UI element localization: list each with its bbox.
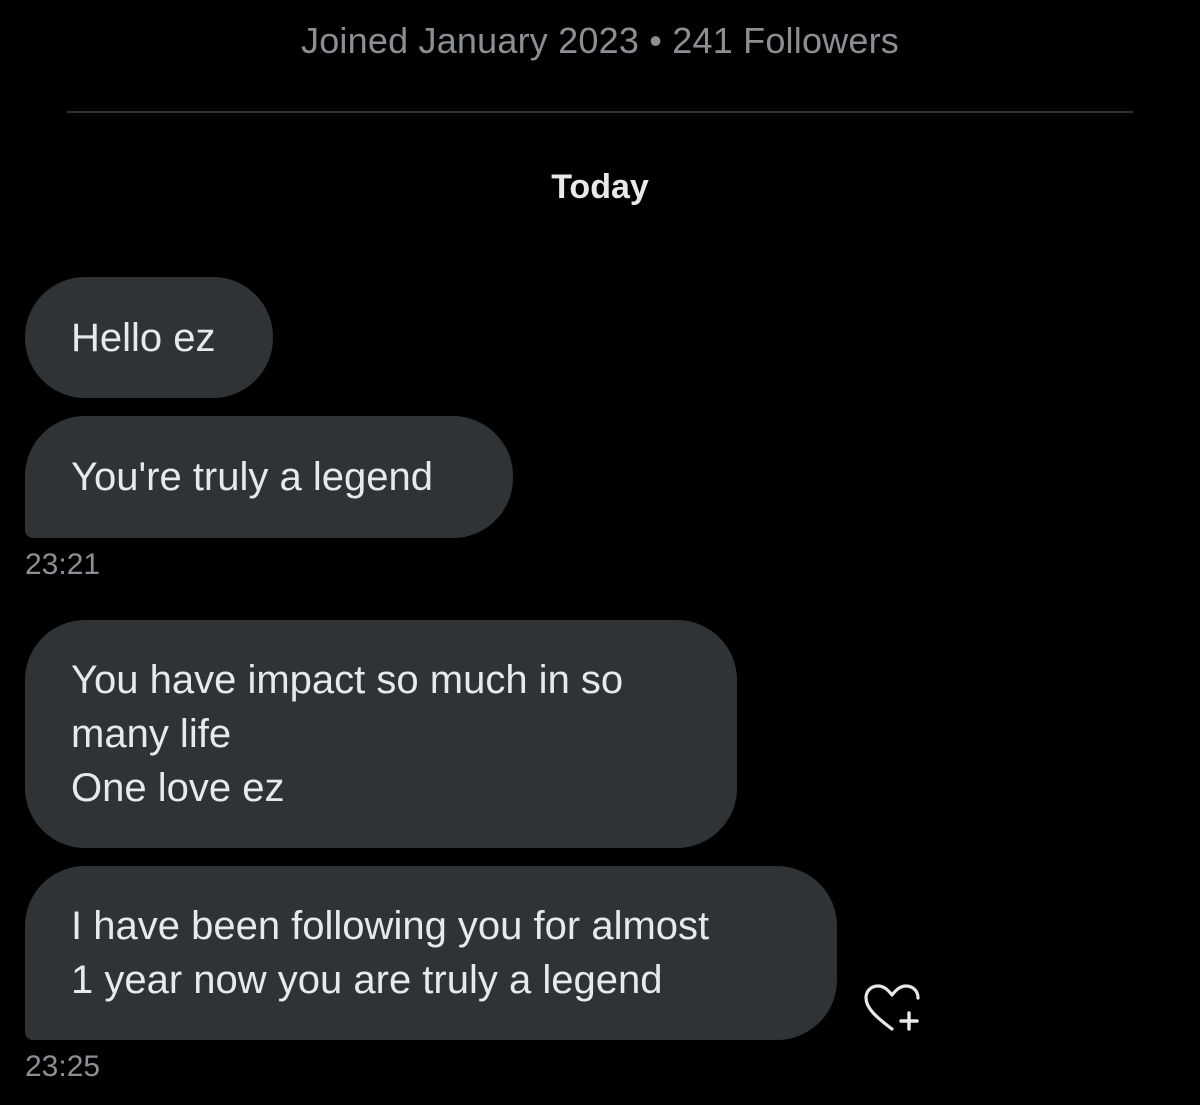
day-separator: Today bbox=[551, 168, 649, 206]
message-text: 1 year now you are truly a legend bbox=[71, 958, 663, 1002]
message-bubble[interactable]: You're truly a legend bbox=[25, 416, 513, 538]
message-text: many life bbox=[71, 712, 232, 756]
message-bubble[interactable]: Hello ez bbox=[25, 277, 273, 398]
heart-plus-icon bbox=[864, 984, 920, 1031]
message-bubble[interactable]: You have impact so much in so many life … bbox=[25, 620, 737, 848]
profile-join-followers: Joined January 2023 • 241 Followers bbox=[301, 20, 899, 61]
message-text: I have been following you for almost bbox=[71, 904, 710, 948]
message-bubble[interactable]: I have been following you for almost 1 y… bbox=[25, 866, 837, 1040]
message-text: You have impact so much in so bbox=[71, 658, 624, 702]
divider bbox=[67, 111, 1133, 113]
message-text: Hello ez bbox=[71, 315, 216, 360]
add-reaction-button[interactable] bbox=[862, 983, 924, 1035]
message-text: One love ez bbox=[71, 766, 285, 810]
message-text: You're truly a legend bbox=[71, 455, 433, 499]
message-timestamp: 23:25 bbox=[25, 1050, 101, 1083]
message-timestamp: 23:21 bbox=[25, 548, 101, 581]
